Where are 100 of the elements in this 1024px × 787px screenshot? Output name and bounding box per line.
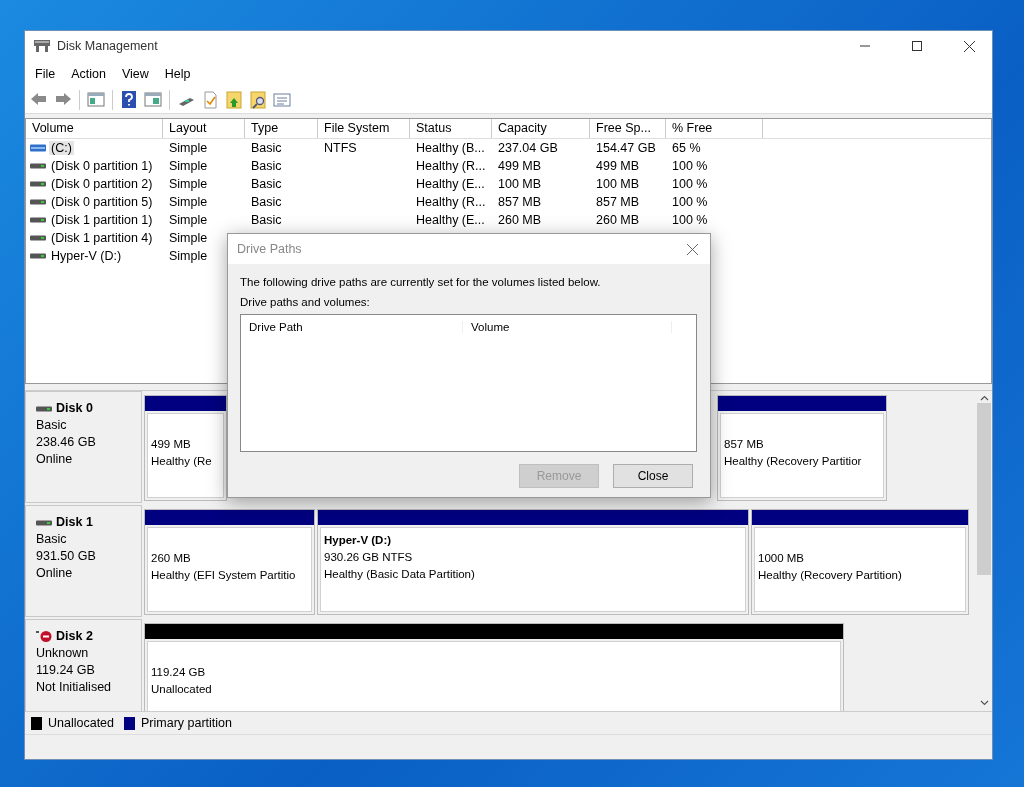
partition-detail: 260 MB bbox=[151, 552, 191, 564]
table-cell: Basic bbox=[251, 159, 282, 173]
table-cell: Healthy (B... bbox=[416, 141, 485, 155]
table-cell: 499 MB bbox=[498, 159, 542, 173]
partition-detail: Healthy (EFI System Partitio bbox=[151, 569, 296, 581]
table-cell: Basic bbox=[251, 213, 282, 227]
disk-detail: Unknown bbox=[36, 646, 89, 660]
table-cell: 65 % bbox=[672, 141, 701, 155]
table-cell: 260 MB bbox=[498, 213, 542, 227]
disk-detail: Online bbox=[36, 566, 73, 580]
legend-label: Primary partition bbox=[141, 716, 232, 730]
list-item[interactable]: (Disk 0 partition 5) bbox=[49, 195, 155, 209]
close-icon[interactable] bbox=[963, 40, 975, 52]
partition-name: Hyper-V (D:) bbox=[324, 534, 392, 546]
drive-icon bbox=[30, 235, 46, 241]
list-item[interactable]: (Disk 0 partition 2) bbox=[49, 177, 155, 191]
table-cell: 237.04 GB bbox=[498, 141, 558, 155]
table-cell: Basic bbox=[251, 195, 282, 209]
disk-detail: 119.24 GB bbox=[36, 663, 95, 677]
table-cell: Simple bbox=[169, 231, 208, 245]
table-cell: Healthy (E... bbox=[416, 177, 485, 191]
table-cell: 100 MB bbox=[498, 177, 542, 191]
table-cell: Simple bbox=[169, 141, 208, 155]
disk-name: Disk 2 bbox=[56, 628, 93, 645]
close-icon[interactable] bbox=[686, 243, 698, 255]
table-cell: 154.47 GB bbox=[596, 141, 656, 155]
list-item[interactable]: (Disk 1 partition 4) bbox=[49, 231, 155, 245]
list-item[interactable]: (Disk 0 partition 1) bbox=[49, 159, 155, 173]
table-cell: Simple bbox=[169, 159, 208, 173]
column-header[interactable]: Volume bbox=[463, 321, 672, 333]
disk-detail: Basic bbox=[36, 418, 67, 432]
table-cell: Basic bbox=[251, 177, 282, 191]
table-cell: 100 % bbox=[672, 159, 708, 173]
partition-detail: 119.24 GB bbox=[151, 666, 206, 678]
menu-item[interactable]: Action bbox=[63, 64, 114, 83]
disk-name: Disk 0 bbox=[56, 400, 93, 417]
legend-label: Unallocated bbox=[48, 716, 114, 730]
drive-icon bbox=[30, 144, 46, 152]
partition-detail: Healthy (Recovery Partitior bbox=[724, 455, 862, 467]
drive-icon bbox=[30, 163, 46, 169]
drive-paths-list[interactable]: Drive Path Volume bbox=[240, 314, 697, 452]
disk-name: Disk 1 bbox=[56, 514, 93, 531]
partition-detail: Healthy (Re bbox=[151, 455, 212, 467]
dialog-title: Drive Paths bbox=[237, 242, 303, 256]
table-cell: 100 MB bbox=[596, 177, 640, 191]
menu-item[interactable]: Help bbox=[156, 64, 199, 83]
partition-block[interactable]: 1000 MB Healthy (Recovery Partition) bbox=[751, 509, 969, 615]
partition-detail: Healthy (Basic Data Partition) bbox=[324, 568, 475, 580]
list-item[interactable]: (Disk 1 partition 1) bbox=[49, 213, 155, 227]
table-cell: Simple bbox=[169, 213, 208, 227]
table-cell: 499 MB bbox=[596, 159, 640, 173]
list-label: Drive paths and volumes: bbox=[240, 296, 370, 308]
disk-error-icon bbox=[36, 630, 52, 643]
close-button[interactable]: Close bbox=[613, 464, 693, 488]
table-cell: 100 % bbox=[672, 195, 708, 209]
table-cell: Healthy (R... bbox=[416, 195, 486, 209]
table-cell: NTFS bbox=[324, 141, 357, 155]
maximize-icon[interactable] bbox=[912, 41, 922, 51]
scroll-up-icon[interactable] bbox=[979, 395, 989, 401]
menu-item[interactable]: File bbox=[27, 64, 64, 83]
disk-info-panel[interactable]: Disk 0 Basic 238.46 GB Online bbox=[25, 391, 142, 503]
scroll-down-icon[interactable] bbox=[979, 700, 989, 706]
partition-detail: Unallocated bbox=[151, 683, 212, 695]
disk-info-panel[interactable]: Disk 2 Unknown 119.24 GB Not Initialised bbox=[25, 619, 142, 711]
list-item[interactable]: Hyper-V (D:) bbox=[49, 249, 124, 263]
partition-detail: 1000 MB bbox=[758, 552, 805, 564]
table-cell: 857 MB bbox=[596, 195, 640, 209]
list-item[interactable]: (C:) bbox=[49, 141, 74, 155]
column-header[interactable]: Drive Path bbox=[241, 321, 463, 333]
partition-block[interactable]: 260 MB Healthy (EFI System Partitio bbox=[144, 509, 315, 615]
table-cell: Simple bbox=[169, 177, 208, 191]
disk-detail: Basic bbox=[36, 532, 67, 546]
console-tree-icon[interactable] bbox=[86, 89, 106, 110]
partition-block[interactable]: 119.24 GB Unallocated bbox=[144, 623, 844, 711]
drive-icon bbox=[30, 199, 46, 205]
menu-item[interactable]: View bbox=[113, 64, 157, 83]
folder-search-icon[interactable] bbox=[248, 89, 268, 110]
table-cell: Healthy (E... bbox=[416, 213, 485, 227]
help-icon[interactable] bbox=[119, 89, 139, 110]
window-title: Disk Management bbox=[57, 39, 159, 53]
table-cell: Simple bbox=[169, 195, 208, 209]
partition-detail: 930.26 GB NTFS bbox=[324, 551, 413, 563]
dialog-message: The following drive paths are currently set for the volumes listed below. bbox=[240, 276, 601, 288]
disk-management-icon bbox=[33, 38, 51, 54]
drive-icon bbox=[30, 217, 46, 223]
disk-detail: Online bbox=[36, 452, 73, 466]
partition-detail: 499 MB bbox=[151, 438, 191, 450]
disk-detail: 238.46 GB bbox=[36, 435, 96, 449]
partition-block[interactable]: 857 MB Healthy (Recovery Partitior bbox=[717, 395, 887, 501]
disk-detail: Not Initialised bbox=[36, 680, 112, 694]
partition-detail: Healthy (Recovery Partition) bbox=[758, 569, 902, 581]
table-cell: 857 MB bbox=[498, 195, 542, 209]
table-cell: Simple bbox=[169, 249, 208, 263]
partition-block[interactable]: 499 MB Healthy (Re bbox=[144, 395, 227, 501]
table-cell: Basic bbox=[251, 141, 282, 155]
table-cell: Healthy (R... bbox=[416, 159, 486, 173]
drive-icon bbox=[30, 253, 46, 259]
disk-info-panel[interactable]: Disk 1 Basic 931.50 GB Online bbox=[25, 505, 142, 617]
partition-block[interactable]: Hyper-V (D:) 930.26 GB NTFS Healthy (Basic Data Partition) bbox=[317, 509, 749, 615]
drive-icon bbox=[30, 181, 46, 187]
